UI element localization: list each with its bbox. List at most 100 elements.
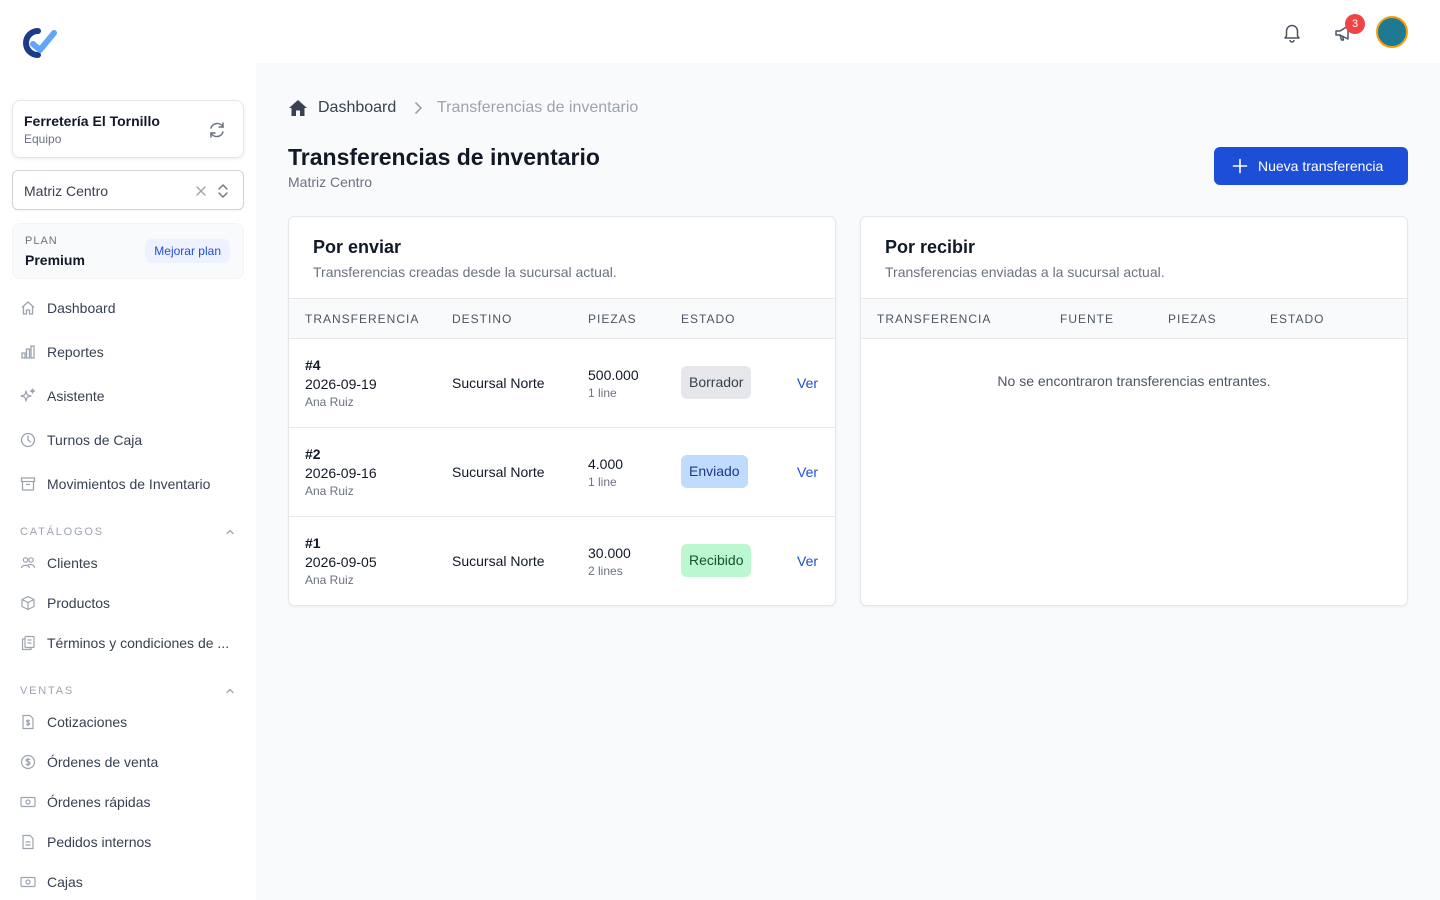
incoming-transfers-card: Por recibir Transferencias enviadas a la… — [860, 216, 1408, 606]
transfer-pieces: 30.000 — [588, 545, 631, 561]
top-bar: 3 — [256, 0, 1440, 63]
app-logo-icon[interactable] — [19, 27, 57, 59]
page-subtitle: Matriz Centro — [288, 174, 373, 190]
chevron-up-down-icon — [218, 184, 228, 198]
sidebar-item-label: Órdenes rápidas — [47, 794, 151, 810]
card-title: Por recibir — [885, 237, 976, 257]
transfer-lines: 1 line — [588, 386, 617, 400]
sidebar-item-label: Dashboard — [47, 300, 116, 316]
upgrade-plan-button[interactable]: Mejorar plan — [145, 239, 230, 263]
sidebar-item-label: Movimientos de Inventario — [47, 476, 211, 492]
sidebar-item-clientes[interactable]: Clientes — [12, 545, 244, 581]
chevron-up-icon[interactable] — [224, 685, 236, 697]
table-row: #2 2026-09-16 Ana Ruiz Sucursal Norte 4.… — [289, 428, 835, 517]
dollar-circle-icon — [20, 754, 36, 770]
register-icon — [20, 876, 36, 888]
sidebar-item-movimientos-de-inventario[interactable]: Movimientos de Inventario — [12, 466, 244, 502]
document-dollar-icon — [22, 714, 34, 730]
column-header: TRANSFERENCIA — [305, 312, 420, 326]
sidebar: Ferretería El Tornillo Equipo Matriz Cen… — [0, 0, 256, 900]
team-role: Equipo — [24, 132, 62, 146]
page-title: Transferencias de inventario — [288, 144, 600, 170]
status-badge: Enviado — [681, 455, 748, 488]
transfer-id: #1 — [305, 535, 321, 551]
sidebar-item-asistente[interactable]: Asistente — [12, 378, 244, 414]
section-title-ventas: VENTAS — [20, 685, 74, 697]
sidebar-item-label: Cajas — [47, 874, 83, 890]
table-header: TRANSFERENCIA DESTINO PIEZAS ESTADO — [289, 298, 835, 339]
column-header: PIEZAS — [1168, 312, 1217, 326]
new-transfer-label: Nueva transferencia — [1258, 158, 1384, 174]
table-row: #4 2026-09-19 Ana Ruiz Sucursal Norte 50… — [289, 339, 835, 428]
home-icon[interactable] — [288, 99, 308, 117]
empty-state: No se encontraron transferencias entrant… — [997, 373, 1271, 389]
users-icon — [20, 557, 36, 569]
view-link[interactable]: Ver — [797, 464, 818, 480]
sidebar-item-ordenes-rapidas[interactable]: Órdenes rápidas — [12, 784, 244, 820]
home-icon — [21, 301, 35, 315]
status-badge: Recibido — [681, 544, 752, 577]
cash-icon — [20, 796, 36, 808]
chevron-right-icon — [415, 102, 423, 114]
plan-label: PLAN — [25, 235, 58, 247]
transfer-lines: 2 lines — [588, 564, 623, 578]
column-header: ESTADO — [681, 312, 736, 326]
column-header: PIEZAS — [588, 312, 637, 326]
section-title-catalogos: CATÁLOGOS — [20, 526, 104, 538]
transfer-id: #4 — [305, 357, 321, 373]
team-switcher[interactable]: Ferretería El Tornillo Equipo — [12, 100, 244, 158]
sidebar-item-productos[interactable]: Productos — [12, 585, 244, 621]
cube-icon — [21, 595, 35, 611]
sidebar-item-label: Productos — [47, 595, 111, 611]
sidebar-item-label: Asistente — [47, 388, 105, 404]
sidebar-item-ordenes-de-venta[interactable]: Órdenes de venta — [12, 744, 244, 780]
branch-select-value: Matriz Centro — [24, 183, 109, 199]
sidebar-item-label: Clientes — [47, 555, 98, 571]
column-header: DESTINO — [452, 312, 513, 326]
team-name: Ferretería El Tornillo — [24, 113, 160, 129]
outgoing-transfers-card: Por enviar Transferencias creadas desde … — [288, 216, 836, 606]
chevron-up-icon[interactable] — [224, 526, 236, 538]
sidebar-item-dashboard[interactable]: Dashboard — [12, 290, 244, 326]
archive-icon — [20, 477, 36, 491]
transfer-destination: Sucursal Norte — [452, 464, 545, 480]
branch-select[interactable]: Matriz Centro — [12, 170, 244, 210]
transfer-destination: Sucursal Norte — [452, 375, 545, 391]
transfer-date: 2026-09-16 — [305, 465, 377, 481]
view-link[interactable]: Ver — [797, 553, 818, 569]
avatar[interactable] — [1376, 16, 1408, 48]
sidebar-item-pedidos-internos[interactable]: Pedidos internos — [12, 824, 244, 860]
table-header: TRANSFERENCIA FUENTE PIEZAS ESTADO — [861, 298, 1407, 339]
plan-card: PLAN Premium Mejorar plan — [12, 223, 244, 279]
transfer-user: Ana Ruiz — [305, 395, 354, 409]
column-header: FUENTE — [1060, 312, 1114, 326]
sidebar-item-cajas[interactable]: Cajas — [12, 864, 244, 900]
sidebar-item-terminos[interactable]: Términos y condiciones de ... — [12, 625, 244, 661]
card-subtitle: Transferencias enviadas a la sucursal ac… — [885, 264, 1165, 280]
sidebar-item-cotizaciones[interactable]: Cotizaciones — [12, 704, 244, 740]
new-transfer-button[interactable]: Nueva transferencia — [1214, 147, 1408, 185]
transfer-user: Ana Ruiz — [305, 573, 354, 587]
sidebar-item-label: Reportes — [47, 344, 104, 360]
transfer-date: 2026-09-19 — [305, 376, 377, 392]
clear-icon[interactable] — [194, 184, 208, 198]
transfer-user: Ana Ruiz — [305, 484, 354, 498]
sidebar-item-label: Pedidos internos — [47, 834, 152, 850]
switch-team-icon[interactable] — [207, 120, 227, 140]
transfer-id: #2 — [305, 446, 321, 462]
sidebar-item-reportes[interactable]: Reportes — [12, 334, 244, 370]
sidebar-item-label: Cotizaciones — [47, 714, 128, 730]
notification-badge: 3 — [1345, 14, 1365, 34]
column-header: ESTADO — [1270, 312, 1325, 326]
card-title: Por enviar — [313, 237, 402, 257]
transfer-pieces: 500.000 — [588, 367, 639, 383]
transfer-pieces: 4.000 — [588, 456, 624, 472]
bell-icon[interactable] — [1281, 21, 1303, 43]
clock-icon — [20, 432, 36, 448]
breadcrumb-dashboard[interactable]: Dashboard — [318, 99, 396, 117]
view-link[interactable]: Ver — [797, 375, 818, 391]
card-subtitle: Transferencias creadas desde la sucursal… — [313, 264, 617, 280]
table-row: #1 2026-09-05 Ana Ruiz Sucursal Norte 30… — [289, 517, 835, 605]
chart-icon — [21, 345, 35, 359]
sidebar-item-turnos-de-caja[interactable]: Turnos de Caja — [12, 422, 244, 458]
